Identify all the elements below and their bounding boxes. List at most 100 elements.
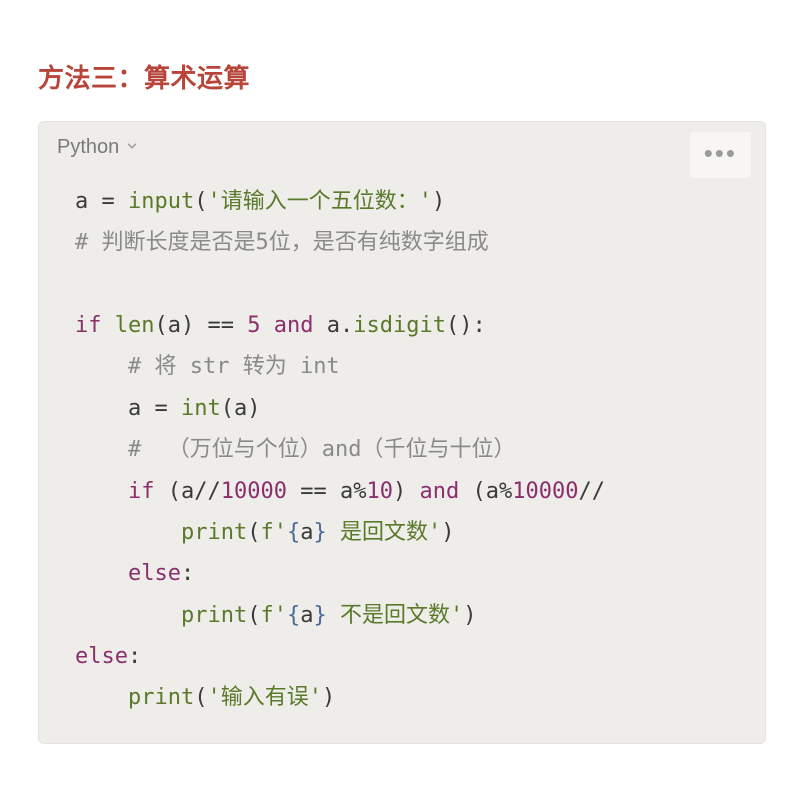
code-token: ( (247, 520, 260, 545)
code-token: a (234, 396, 247, 421)
code-token: == (300, 479, 327, 504)
code-token: and (419, 479, 459, 504)
code-token: ) (463, 603, 476, 628)
code-token: isdigit (353, 313, 446, 338)
code-token (194, 313, 207, 338)
code-token: . (340, 313, 353, 338)
code-block: Python ••• a = input('请输入一个五位数：') # 判断长度… (38, 121, 766, 744)
code-token (75, 354, 128, 379)
code-token: // (578, 479, 605, 504)
code-token (75, 520, 181, 545)
code-token: a (486, 479, 499, 504)
code-token (102, 313, 115, 338)
chevron-down-icon (125, 136, 139, 159)
code-token (406, 479, 419, 504)
code-token: ) (247, 396, 260, 421)
code-token: and (274, 313, 314, 338)
code-token: ( (194, 189, 207, 214)
code-token: # （万位与个位）and（千位与十位） (128, 437, 515, 462)
code-token: ( (194, 685, 207, 710)
code-token: ) (393, 479, 406, 504)
code-token: 5 (247, 313, 260, 338)
code-token: # 判断长度是否是5位，是否有纯数字组成 (75, 230, 489, 255)
code-token: : (472, 313, 485, 338)
code-token: ) (441, 520, 454, 545)
code-token: ( (472, 479, 485, 504)
code-token: { (287, 520, 300, 545)
code-token: } (313, 520, 326, 545)
code-token (75, 437, 128, 462)
code-token: ) (432, 189, 445, 214)
code-token (75, 396, 128, 421)
code-token (327, 479, 340, 504)
code-token: ) (322, 685, 335, 710)
code-token: # 将 str 转为 int (128, 354, 340, 379)
code-token: ' (450, 603, 463, 628)
code-token: a (300, 603, 313, 628)
code-token (234, 313, 247, 338)
code-token: print (181, 520, 247, 545)
code-token (261, 313, 274, 338)
code-token: { (287, 603, 300, 628)
code-token: ( (221, 396, 234, 421)
code-token: a (75, 189, 88, 214)
language-label: Python (57, 136, 119, 159)
code-token: '请输入一个五位数：' (207, 189, 432, 214)
code-token: ) (181, 313, 194, 338)
code-token: else (75, 644, 128, 669)
code-token: a (327, 313, 340, 338)
code-token: 10 (366, 479, 393, 504)
language-dropdown[interactable]: Python (57, 136, 139, 159)
code-token (459, 479, 472, 504)
code-token: ' (274, 520, 287, 545)
code-token: a (181, 479, 194, 504)
code-token: ( (168, 479, 181, 504)
code-token: : (128, 644, 141, 669)
code-token: int (181, 396, 221, 421)
code-token: ' (274, 603, 287, 628)
code-token: ( (247, 603, 260, 628)
code-token: a (168, 313, 181, 338)
code-token: ( (446, 313, 459, 338)
code-token (287, 479, 300, 504)
more-button[interactable]: ••• (690, 132, 751, 178)
code-token: } (313, 603, 326, 628)
code-token: a (340, 479, 353, 504)
code-token: ( (155, 313, 168, 338)
code-token: a (300, 520, 313, 545)
code-token: a (128, 396, 141, 421)
code-token: = (88, 189, 128, 214)
code-header: Python ••• (39, 122, 765, 167)
section-heading: 方法三：算术运算 (38, 58, 766, 95)
code-token: % (499, 479, 512, 504)
code-token: f (260, 603, 273, 628)
ellipsis-icon: ••• (704, 138, 737, 168)
code-token (75, 603, 181, 628)
code-token (154, 479, 167, 504)
code-token: print (181, 603, 247, 628)
code-token: : (181, 561, 194, 586)
code-token: // (194, 479, 221, 504)
code-token (75, 479, 128, 504)
code-token: input (128, 189, 194, 214)
code-token: if (128, 479, 155, 504)
code-token: 不是回文数 (327, 603, 450, 628)
code-token: % (353, 479, 366, 504)
code-token: == (208, 313, 235, 338)
code-token: print (128, 685, 194, 710)
code-token: 10000 (512, 479, 578, 504)
code-token: = (141, 396, 181, 421)
code-token: ' (428, 520, 441, 545)
code-token: ) (459, 313, 472, 338)
code-token: if (75, 313, 102, 338)
code-token: 是回文数 (327, 520, 428, 545)
article-section: 方法三：算术运算 Python ••• a = input('请输入一个五位数：… (0, 0, 804, 744)
code-token: 10000 (221, 479, 287, 504)
code-token: len (115, 313, 155, 338)
code-token (75, 685, 128, 710)
code-token: else (128, 561, 181, 586)
code-token: '输入有误' (207, 685, 322, 710)
code-token (75, 561, 128, 586)
code-token (314, 313, 327, 338)
code-token: f (260, 520, 273, 545)
